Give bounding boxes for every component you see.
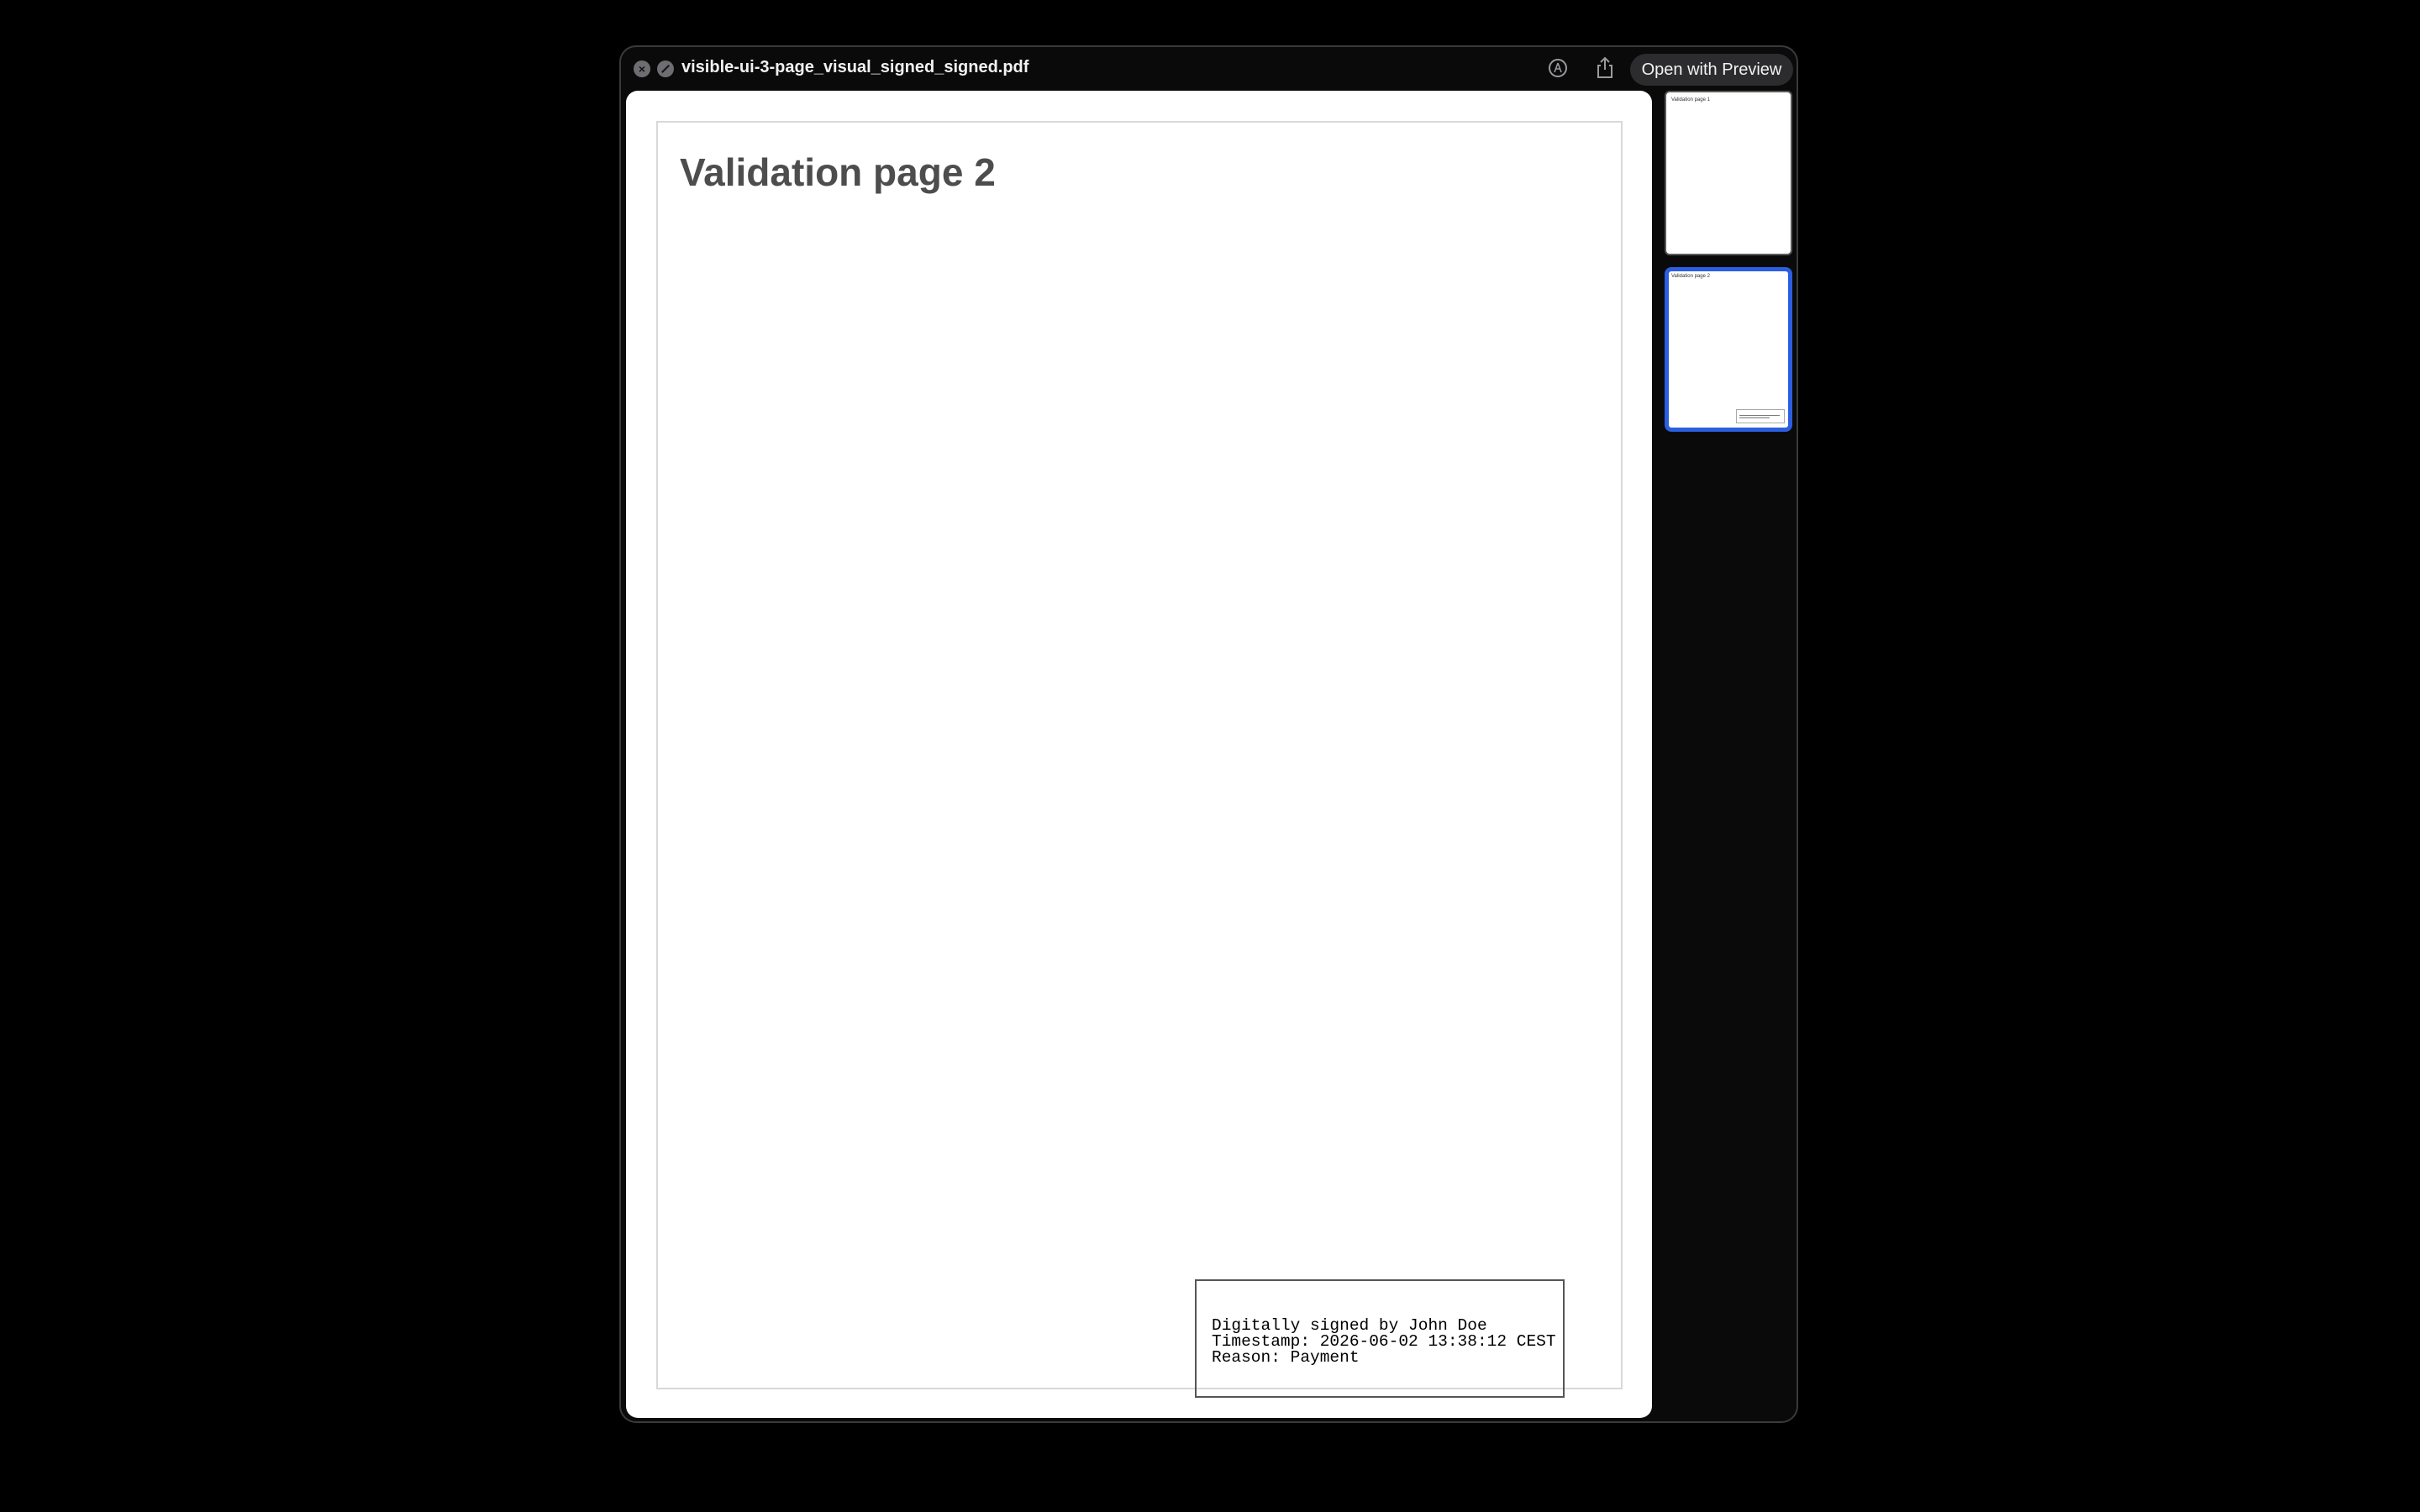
page-thumbnail-1[interactable]: Validation page 1 <box>1665 91 1792 255</box>
page-border <box>656 121 1623 1389</box>
page-thumbnail-2[interactable]: Validation page 2 <box>1665 267 1792 432</box>
title-bar: × visible-ui-3-page_visual_signed_signed… <box>621 47 1797 92</box>
markup-pen-icon[interactable] <box>1549 59 1567 77</box>
share-icon[interactable] <box>1594 55 1616 81</box>
page-heading: Validation page 2 <box>680 150 996 194</box>
thumbnail-sidebar: Validation page 1 Validation page 2 <box>1656 91 1795 1418</box>
thumbnail-label: Validation page 1 <box>1671 97 1710 102</box>
signature-box: Digitally signed by John Doe Timestamp: … <box>1195 1279 1565 1398</box>
window-title: visible-ui-3-page_visual_signed_signed.p… <box>681 58 1029 76</box>
open-with-preview-button[interactable]: Open with Preview <box>1630 54 1793 86</box>
thumbnail-label: Validation page 2 <box>1671 274 1710 279</box>
signature-reason-line: Reason: Payment <box>1212 1348 1360 1367</box>
quicklook-window: × visible-ui-3-page_visual_signed_signed… <box>619 45 1798 1423</box>
document-page-view[interactable]: Validation page 2 Digitally signed by Jo… <box>626 91 1652 1418</box>
close-icon[interactable]: × <box>634 60 650 77</box>
no-entry-icon[interactable] <box>657 60 674 77</box>
thumbnail-signature-box <box>1736 409 1785 423</box>
